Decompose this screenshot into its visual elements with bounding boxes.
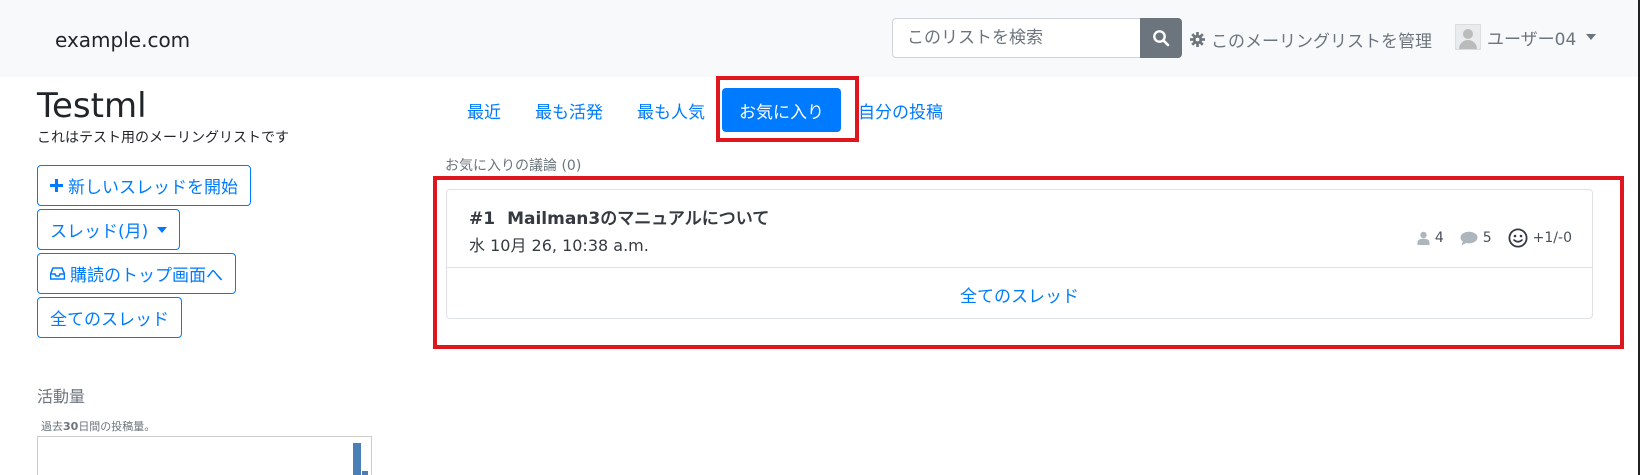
top-navbar: example.com このメーリングリストを管理	[0, 0, 1640, 77]
gear-icon	[1190, 32, 1205, 47]
subscribe-top-button[interactable]: 購読のトップ画面へ	[37, 253, 236, 294]
graph-bar	[362, 471, 368, 475]
highlight-box-tab	[716, 76, 859, 142]
list-description: これはテスト用のメーリングリストです	[37, 130, 289, 146]
brand-link[interactable]: example.com	[55, 28, 190, 52]
search-button[interactable]	[1140, 18, 1182, 58]
user-name: ユーザー04	[1487, 29, 1577, 50]
threads-by-month-label: スレッド(月)	[50, 222, 149, 242]
tab-most-active[interactable]: 最も活発	[518, 88, 620, 132]
list-title: Testml	[37, 86, 147, 126]
tab-most-popular[interactable]: 最も人気	[620, 88, 722, 132]
search-icon	[1153, 30, 1170, 47]
search-input[interactable]	[892, 18, 1140, 58]
manage-list-link[interactable]: このメーリングリストを管理	[1190, 27, 1432, 52]
favorites-section-label: お気に入りの議論 (0)	[445, 158, 582, 174]
manage-list-label: このメーリングリストを管理	[1211, 32, 1432, 52]
search-form	[892, 18, 1182, 58]
new-thread-label: 新しいスレッドを開始	[68, 178, 238, 198]
all-threads-button[interactable]: 全てのスレッド	[37, 297, 182, 338]
activity-graph: 過去30日間の投稿量。	[37, 415, 372, 475]
chevron-down-icon	[157, 226, 168, 233]
activity-heading: 活動量	[37, 387, 86, 406]
highlight-box-threads	[433, 176, 1624, 349]
plus-icon	[50, 179, 63, 192]
graph-area	[37, 436, 372, 475]
avatar	[1455, 24, 1481, 50]
threads-by-month-dropdown[interactable]: スレッド(月)	[37, 209, 181, 250]
graph-bar	[353, 443, 361, 475]
new-thread-button[interactable]: 新しいスレッドを開始	[37, 165, 251, 206]
thread-tabs: 最近 最も活発 最も人気 お気に入り 自分の投稿	[450, 88, 960, 132]
user-menu[interactable]: ユーザー04	[1455, 24, 1597, 50]
chevron-down-icon	[1586, 34, 1597, 40]
all-threads-label: 全てのスレッド	[50, 310, 169, 330]
tab-recent[interactable]: 最近	[450, 88, 518, 132]
inbox-icon	[50, 267, 65, 280]
graph-caption: 過去30日間の投稿量。	[41, 420, 156, 433]
subscribe-top-label: 購読のトップ画面へ	[70, 266, 223, 286]
